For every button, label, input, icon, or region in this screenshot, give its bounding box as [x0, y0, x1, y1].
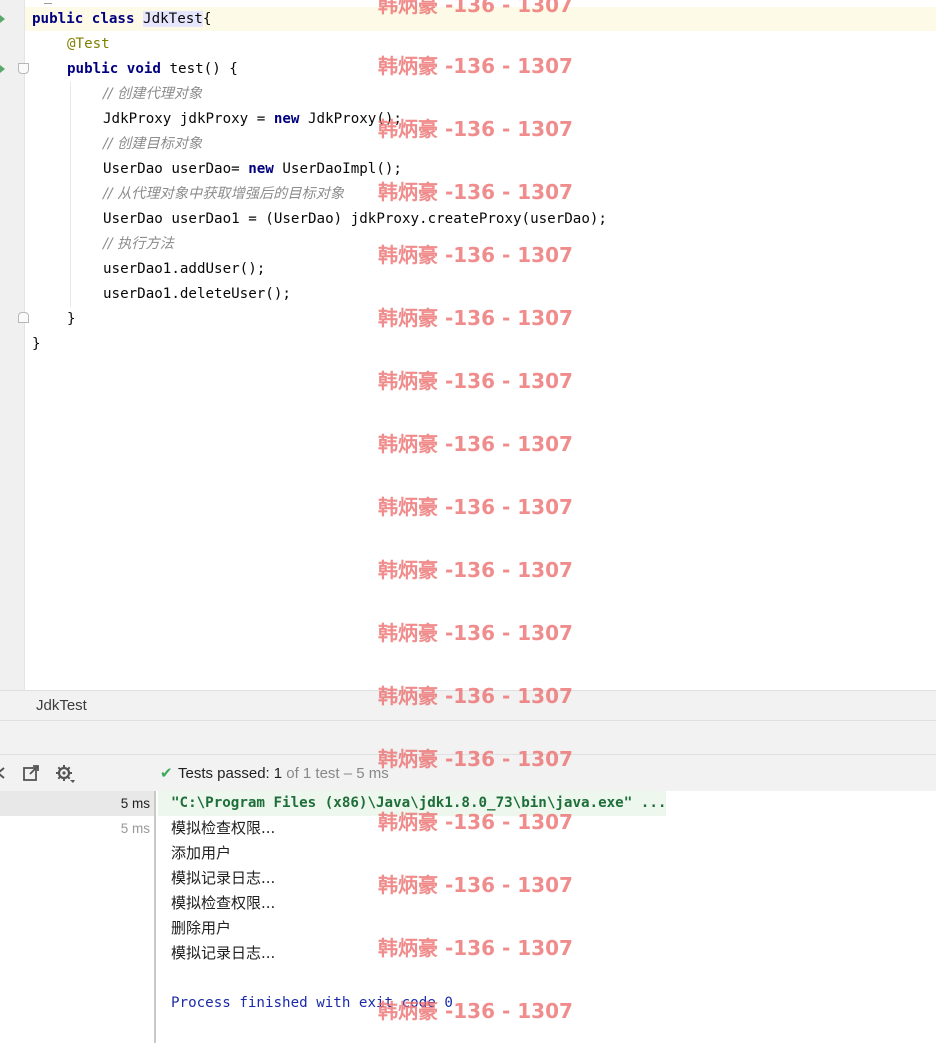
fold-indicator-icon [44, 0, 52, 4]
console-output-line: 模拟记录日志... [171, 869, 276, 887]
comment: // 创建代理对象 [103, 86, 203, 102]
method-signature: test() { [169, 61, 238, 77]
brace: } [67, 311, 76, 327]
code-text: UserDao userDao= [103, 161, 249, 177]
brace: } [32, 336, 41, 352]
watermark: 韩炳豪 -136 - 1307 [378, 495, 573, 519]
watermark: 韩炳豪 -136 - 1307 [378, 621, 573, 645]
passed-count: 1 [273, 764, 283, 782]
console-output-line: 删除用户 [171, 919, 232, 937]
test-duration: 5 ms [120, 821, 150, 836]
keyword: new [248, 161, 274, 177]
export-icon[interactable] [21, 763, 41, 783]
code-line-annotation: @Test [67, 32, 110, 57]
watermark: 韩炳豪 -136 - 1307 [378, 306, 573, 330]
code-line-comment-4: // 执行方法 [103, 232, 174, 257]
test-tree-row[interactable]: 5 ms [0, 791, 154, 816]
code-line-comment-3: // 从代理对象中获取增强后的目标对象 [103, 182, 344, 207]
code-line-9: UserDao userDao1 = (UserDao) jdkProxy.cr… [103, 207, 607, 232]
comment: // 执行方法 [103, 236, 174, 252]
comment: // 创建目标对象 [103, 136, 203, 152]
settings-icon[interactable] [54, 763, 75, 783]
annotation: @Test [67, 36, 110, 52]
watermark: 韩炳豪 -136 - 1307 [378, 243, 573, 267]
code-line-7: UserDao userDao= new UserDaoImpl(); [103, 157, 402, 182]
test-tree[interactable]: 5 ms 5 ms [0, 791, 156, 1043]
console-output-line: 模拟记录日志... [171, 944, 276, 962]
watermark: 韩炳豪 -136 - 1307 [378, 558, 573, 582]
code-line-class-decl: public class JdkTest{ [32, 7, 211, 32]
console-output-line: 添加用户 [171, 844, 232, 862]
code-line-11: userDao1.addUser(); [103, 257, 265, 282]
watermark: 韩炳豪 -136 - 1307 [378, 54, 573, 78]
code-line-close-method: } [67, 307, 76, 332]
console-output-line: 模拟检查权限... [171, 819, 276, 837]
code-line-close-class: } [32, 332, 41, 357]
fold-end-icon[interactable] [18, 312, 29, 323]
code-text: JdkProxy jdkProxy = [103, 111, 274, 127]
check-icon: ✔ [160, 765, 173, 782]
code-text: userDao1.addUser(); [103, 261, 266, 277]
class-name: JdkTest [143, 11, 203, 27]
editor-gutter [0, 0, 29, 690]
watermark: 韩炳豪 -136 - 1307 [378, 747, 573, 771]
test-tree-row[interactable]: 5 ms [0, 816, 154, 841]
watermark: 韩炳豪 -136 - 1307 [378, 180, 573, 204]
watermark: 韩炳豪 -136 - 1307 [378, 432, 573, 456]
watermark: 韩炳豪 -136 - 1307 [378, 369, 573, 393]
keyword: public class [32, 11, 144, 27]
tool-window-tab-title[interactable]: JdkTest [36, 697, 87, 714]
code-text: userDao1.deleteUser(); [103, 286, 291, 302]
code-editor[interactable]: public class JdkTest{ @Test public void … [0, 0, 936, 690]
collapse-icon[interactable] [0, 763, 12, 783]
console-output-line: 模拟检查权限... [171, 894, 276, 912]
comment: // 从代理对象中获取增强后的目标对象 [103, 186, 345, 202]
code-line-5: JdkProxy jdkProxy = new JdkProxy(); [103, 107, 402, 132]
code-text: UserDao userDao1 = (UserDao) jdkProxy.cr… [103, 211, 607, 227]
watermark: 韩炳豪 -136 - 1307 [378, 117, 573, 141]
watermark: 韩炳豪 -136 - 1307 [378, 936, 573, 960]
watermark: 韩炳豪 -136 - 1307 [378, 999, 573, 1023]
keyword: public void [67, 61, 170, 77]
watermark: 韩炳豪 -136 - 1307 [378, 684, 573, 708]
watermark: 韩炳豪 -136 - 1307 [378, 873, 573, 897]
code-line-comment-1: // 创建代理对象 [103, 82, 202, 107]
indent-guide [70, 82, 71, 307]
test-status: ✔ Tests passed: 1 of 1 test – 5 ms [160, 764, 389, 783]
brace: { [202, 11, 212, 27]
code-line-12: userDao1.deleteUser(); [103, 282, 291, 307]
code-line-method-decl: public void test() { [67, 57, 238, 82]
test-duration: 5 ms [120, 796, 150, 811]
run-test-icon[interactable] [0, 65, 5, 73]
watermark: 韩炳豪 -136 - 1307 [378, 0, 573, 17]
watermark: 韩炳豪 -136 - 1307 [378, 810, 573, 834]
code-line-comment-2: // 创建目标对象 [103, 132, 202, 157]
status-detail: of 1 test – 5 ms [286, 764, 389, 782]
fold-method-icon[interactable] [18, 63, 29, 74]
status-label: Tests passed: [178, 764, 270, 782]
code-text: UserDaoImpl(); [273, 161, 402, 177]
run-class-icon[interactable] [0, 15, 5, 23]
keyword: new [273, 111, 300, 127]
